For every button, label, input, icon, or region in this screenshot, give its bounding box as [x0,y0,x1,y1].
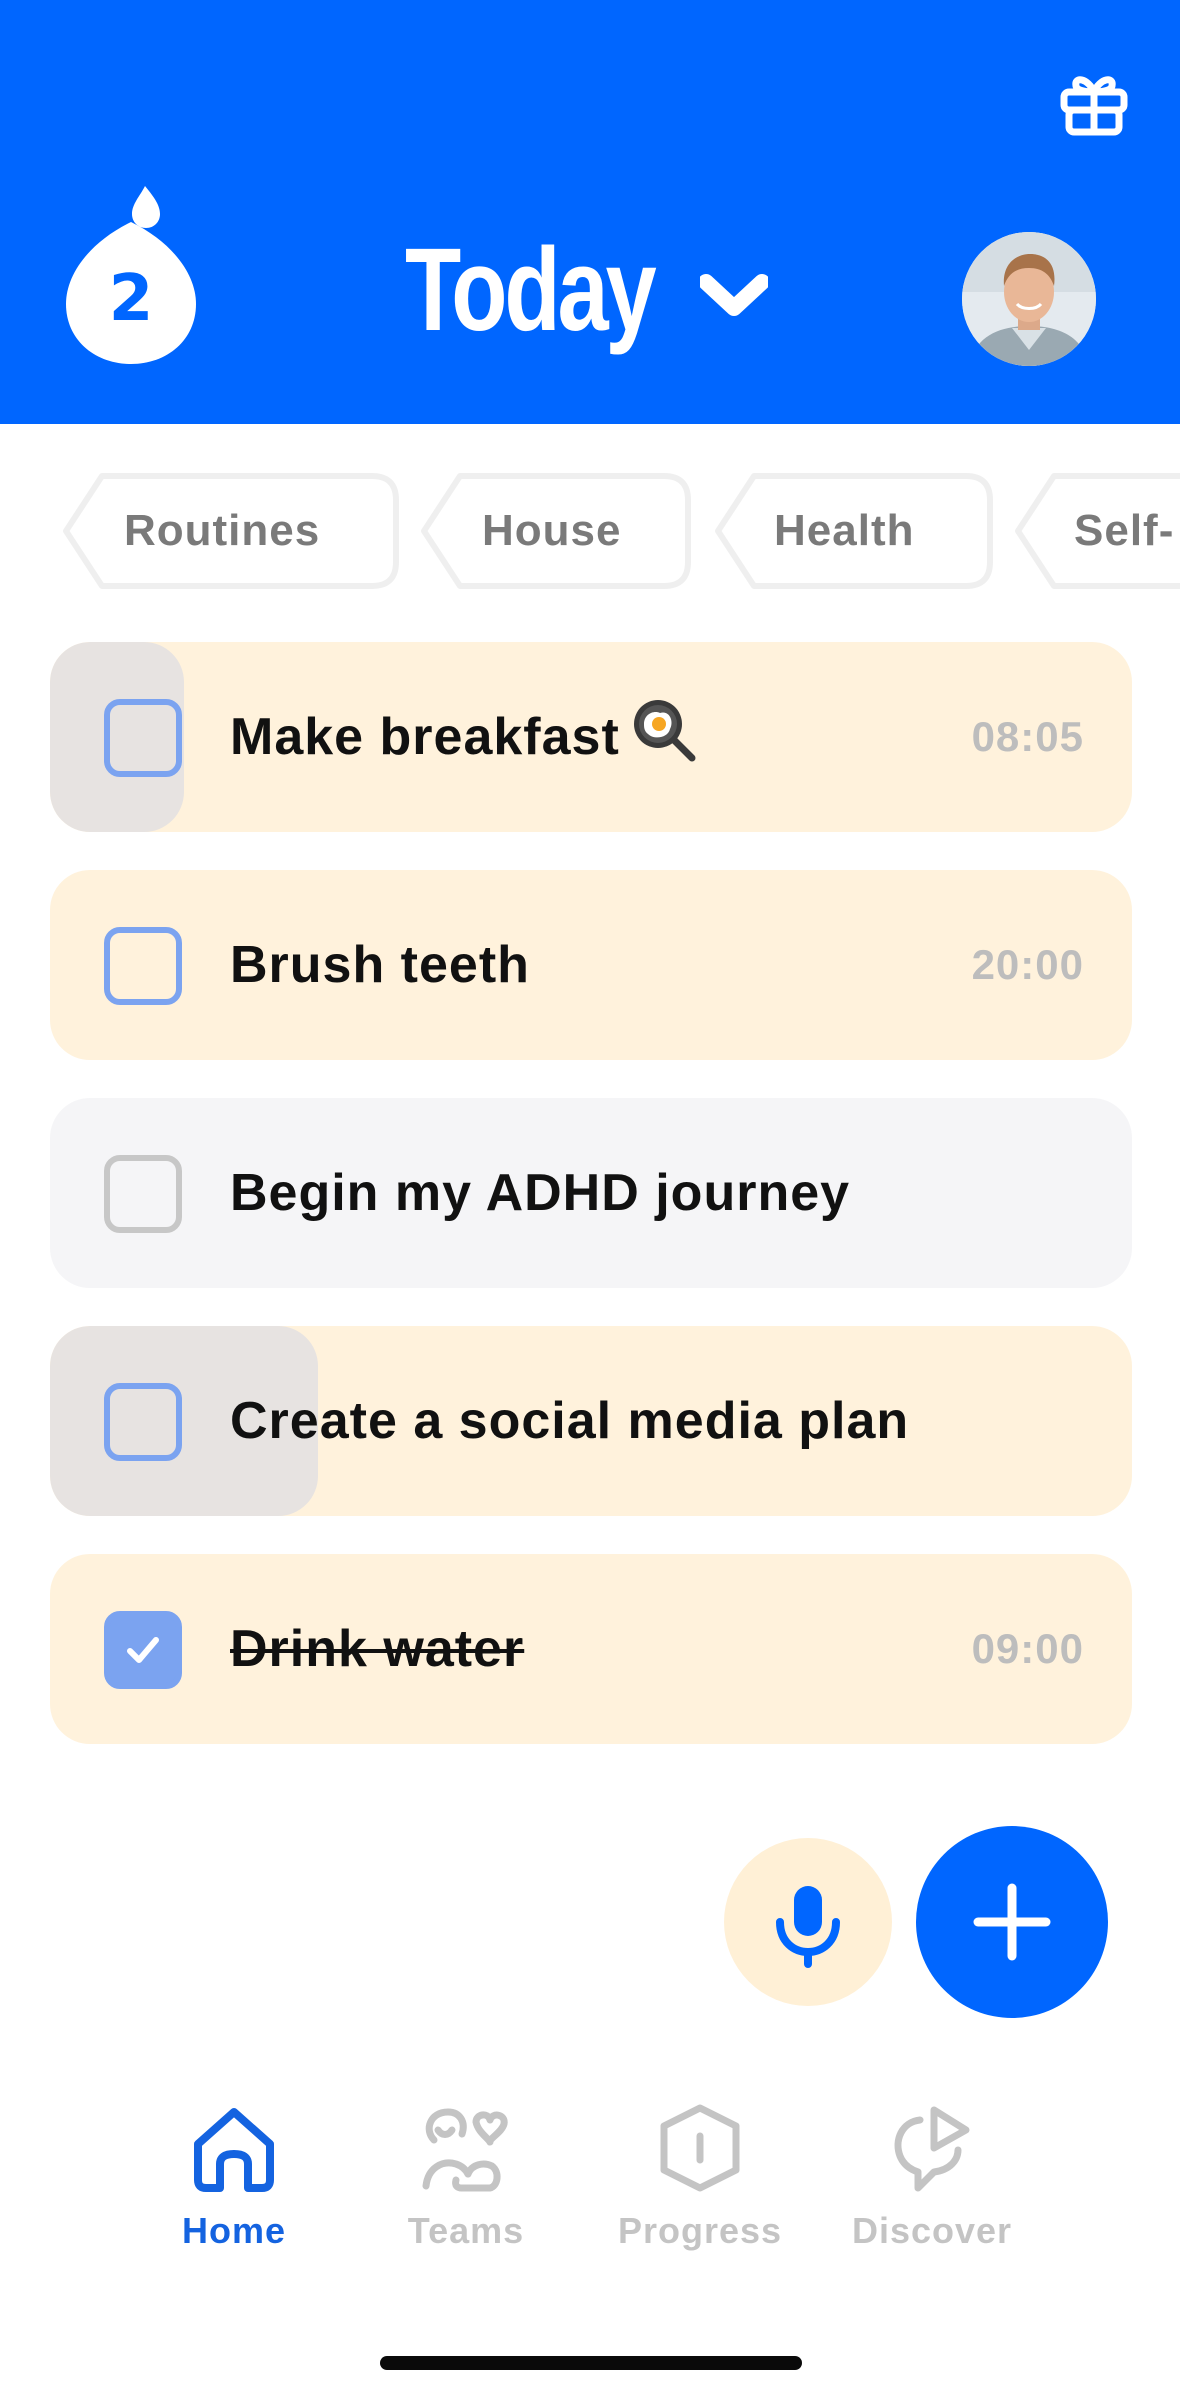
add-task-button[interactable] [916,1826,1108,2018]
task-item[interactable]: Brush teeth 20:00 [50,870,1132,1060]
chip-routines[interactable]: Routines [62,472,400,590]
task-checkbox[interactable] [104,1155,182,1233]
task-item[interactable]: Create a social media plan [50,1326,1132,1516]
chip-health[interactable]: Health [714,472,994,590]
voice-input-button[interactable] [724,1838,892,2006]
task-item[interactable]: Drink water 09:00 [50,1554,1132,1744]
nav-label: Home [181,2210,287,2251]
task-time: 09:00 [971,1625,1084,1672]
nav-home[interactable]: Home [134,2100,334,2260]
chip-house[interactable]: House [420,472,692,590]
chip-self[interactable]: Self- [1014,472,1180,590]
task-checkbox-checked[interactable] [104,1611,182,1689]
category-chips: Routines House Health Self- [0,472,1180,592]
task-title: Drink water [230,1620,525,1678]
gift-icon[interactable] [1058,66,1130,138]
chip-label: Self- [1074,506,1175,555]
chip-label: Health [774,506,915,555]
home-icon [194,2108,274,2192]
task-title: Make breakfast [230,642,696,832]
task-title: Create a social media plan [230,1392,910,1450]
chip-label: House [482,506,622,555]
nav-label: Discover [851,2210,1013,2251]
task-time: 08:05 [971,713,1084,760]
nav-discover[interactable]: Discover [832,2100,1032,2260]
chevron-down-icon[interactable] [700,272,768,322]
task-checkbox[interactable] [104,1383,182,1461]
microphone-icon [776,1886,840,1968]
teams-icon [422,2108,508,2192]
chip-label: Routines [124,506,321,555]
page-title[interactable]: Today [405,231,657,349]
task-item[interactable]: Begin my ADHD journey [50,1098,1132,1288]
discover-icon [894,2106,970,2192]
top-header: 2 Today [0,0,1180,424]
frying-pan-egg-icon [633,700,696,762]
task-time: 20:00 [971,941,1084,988]
task-item[interactable]: Make breakfast 08:05 [50,642,1132,832]
checkmark-icon [127,1637,159,1663]
nav-label: Teams [407,2210,525,2251]
nav-progress[interactable]: Progress [600,2100,800,2260]
progress-icon [660,2104,740,2192]
task-checkbox[interactable] [104,699,182,777]
home-indicator[interactable] [380,2356,802,2370]
user-avatar[interactable] [962,232,1096,366]
task-checkbox[interactable] [104,927,182,1005]
date-selector[interactable]: Today [405,225,724,355]
streak-count: 2 [108,262,154,336]
nav-label: Progress [617,2210,783,2251]
nav-teams[interactable]: Teams [366,2100,566,2260]
task-title: Brush teeth [230,936,530,994]
task-title: Begin my ADHD journey [230,1164,851,1222]
task-title-text: Make breakfast [230,708,620,766]
plus-icon [973,1883,1051,1961]
